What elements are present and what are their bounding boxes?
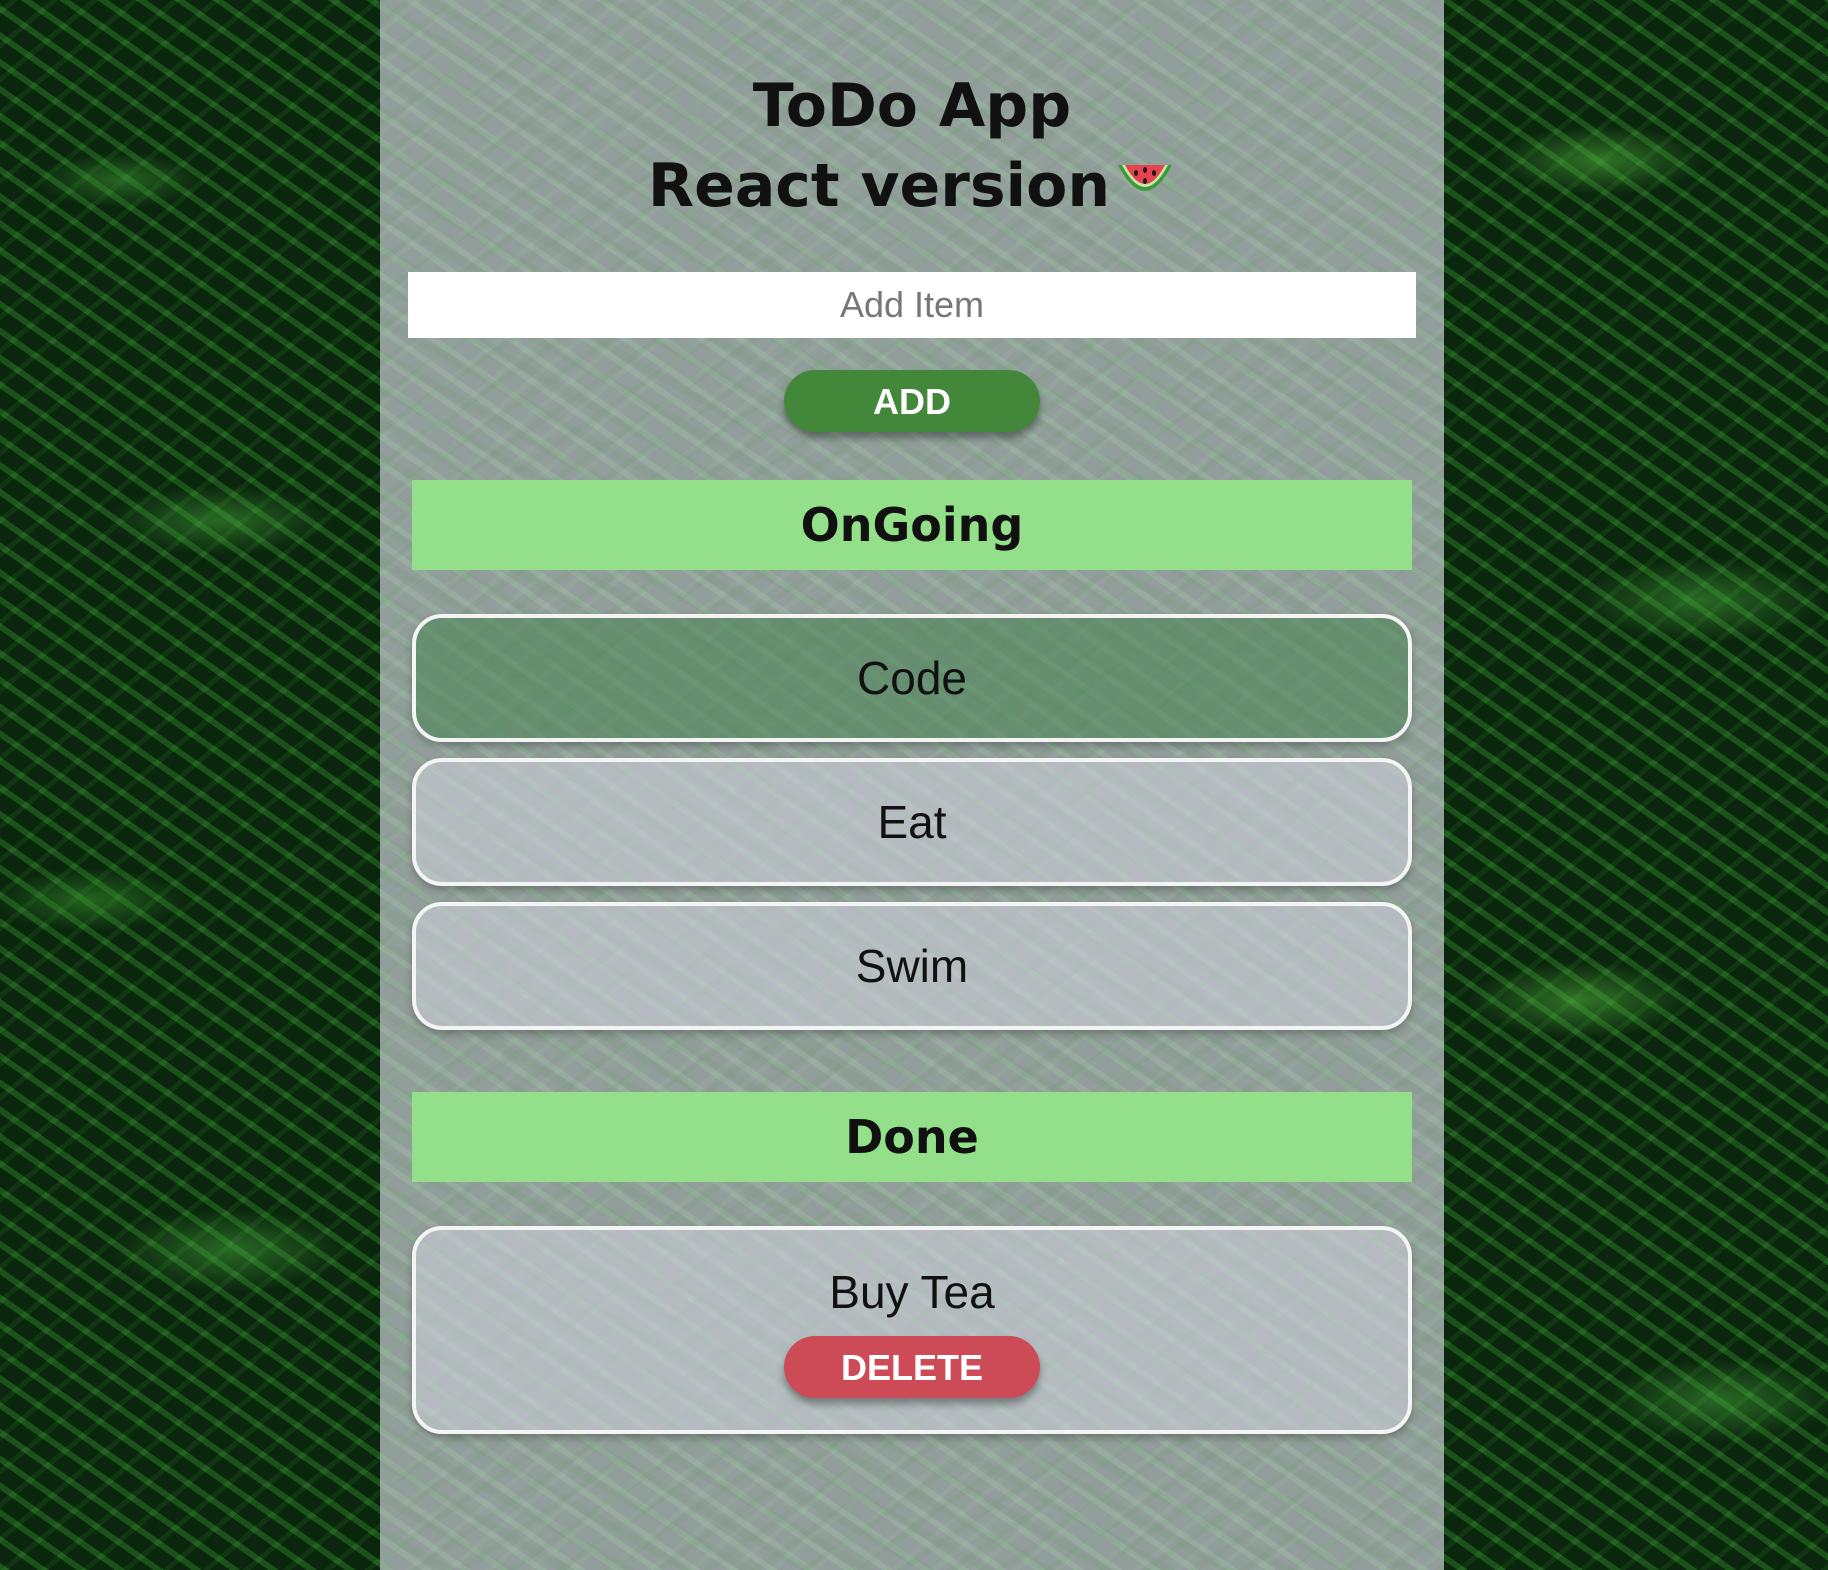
app-title-text: ToDo App [752, 71, 1072, 141]
app-title: ToDo App [380, 66, 1444, 146]
delete-button[interactable]: DELETE [784, 1336, 1040, 1398]
done-section-header: Done [412, 1092, 1412, 1182]
todo-item-swim[interactable]: Swim [412, 902, 1412, 1030]
watermelon-icon [1114, 149, 1176, 229]
add-button[interactable]: ADD [784, 370, 1040, 432]
ongoing-section-header: OnGoing [412, 480, 1412, 570]
todo-item-label: Code [857, 652, 967, 704]
app-subtitle-text: React version [647, 151, 1111, 221]
todo-item-eat[interactable]: Eat [412, 758, 1412, 886]
todo-item-label: Swim [855, 940, 969, 992]
todo-item-label: Eat [877, 796, 947, 848]
todo-item-code[interactable]: Code [412, 614, 1412, 742]
done-item-label: Buy Tea [829, 1266, 995, 1318]
todo-panel: ToDo App React version ADD OnGoing Code … [380, 0, 1444, 1570]
done-item-buy-tea[interactable]: Buy Tea DELETE [412, 1226, 1412, 1434]
ongoing-section-title: OnGoing [800, 498, 1024, 552]
app-subtitle: React version [380, 146, 1444, 229]
done-section-title: Done [845, 1110, 979, 1164]
add-item-input[interactable] [408, 272, 1416, 338]
